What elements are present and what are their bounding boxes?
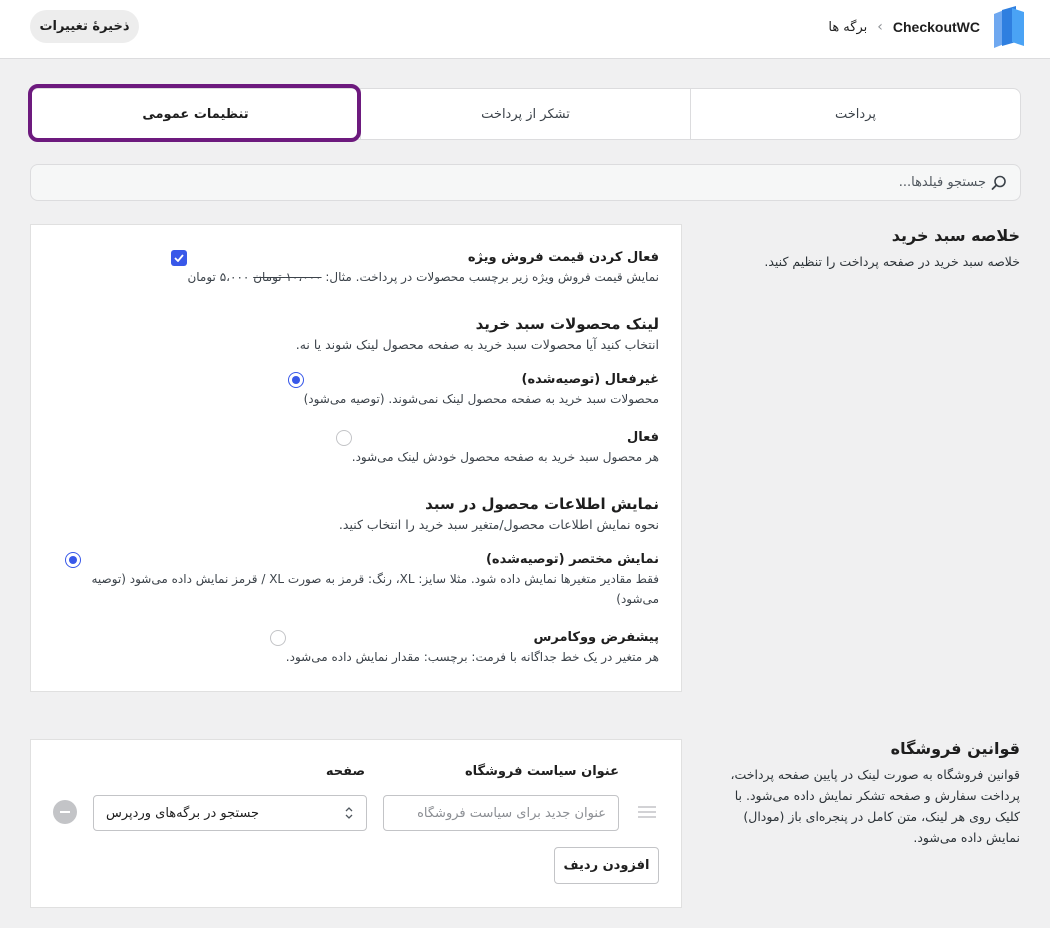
cart-summary-card: فعال کردن قیمت فروش ویژه نمایش قیمت فروش…: [30, 224, 682, 692]
checkmark-icon: [174, 254, 185, 262]
tab-checkout[interactable]: پرداخت: [690, 89, 1020, 139]
sale-price-checkbox[interactable]: [171, 250, 188, 266]
info-default-description: هر متغیر در یک خط جداگانه با فرمت: برچسب…: [285, 650, 659, 664]
brand-name[interactable]: CheckoutWC: [893, 19, 980, 35]
search-bar: [30, 164, 1021, 201]
settings-tabs: پرداخت تشکر از پرداخت تنظیمات عمومی: [30, 88, 1021, 140]
page-select-value: جستجو در برگه‌های وردپرس: [106, 805, 260, 821]
store-policies-description: قوانین فروشگاه به صورت لینک در پایین صفح…: [730, 767, 1020, 845]
info-concise-radio[interactable]: [65, 552, 81, 568]
checkoutwc-logo-icon: [994, 6, 1024, 48]
info-concise-label: نمایش مختصر (توصیه‌شده): [485, 552, 659, 567]
info-default-radio[interactable]: [269, 630, 286, 646]
cart-summary-title: خلاصه سبد خرید: [891, 226, 1020, 245]
info-option-concise[interactable]: نمایش مختصر (توصیه‌شده) فقط مقادیر متغیر…: [53, 551, 659, 609]
remove-row-button[interactable]: [53, 800, 77, 824]
sale-price-option[interactable]: فعال کردن قیمت فروش ویژه نمایش قیمت فروش…: [159, 249, 659, 287]
tab-general-settings[interactable]: تنظیمات عمومی: [31, 89, 360, 139]
info-option-default[interactable]: پیشفرض ووکامرس هر متغیر در یک خط جداگانه…: [258, 629, 659, 667]
product-info-description: نحوه نمایش اطلاعات محصول/متغیر سبد خرید …: [338, 517, 659, 532]
save-changes-button[interactable]: ذخیرهٔ تغییرات: [30, 10, 139, 43]
drag-handle-icon[interactable]: [637, 805, 657, 819]
store-policies-card: عنوان سیاست فروشگاه صفحه جستجو در برگه‌ه…: [30, 739, 682, 908]
tab-thank-you[interactable]: تشکر از پرداخت: [360, 89, 690, 139]
brand-breadcrumb: CheckoutWC ‹ برگه ها: [828, 4, 1026, 50]
breadcrumb-chevron-icon: ‹: [877, 19, 883, 35]
search-icon: [991, 175, 1006, 190]
top-bar: ذخیرهٔ تغییرات CheckoutWC ‹ برگه ها: [0, 0, 1050, 59]
search-fields-input[interactable]: [186, 175, 986, 190]
link-enabled-description: هر محصول سبد خرید به صفحه محصول خودش لین…: [351, 450, 659, 464]
product-info-title: نمایش اطلاعات محصول در سبد: [425, 495, 659, 513]
link-disabled-radio[interactable]: [287, 372, 304, 388]
link-products-description: انتخاب کنید آیا محصولات سبد خرید به صفحه…: [295, 337, 659, 352]
store-policies-info: قوانین فروشگاه قوانین فروشگاه به صورت لی…: [730, 739, 1020, 848]
link-option-enabled[interactable]: فعال هر محصول سبد خرید به صفحه محصول خود…: [324, 429, 659, 467]
page-select[interactable]: جستجو در برگه‌های وردپرس: [93, 795, 367, 831]
sale-price-label: فعال کردن قیمت فروش ویژه: [467, 250, 659, 265]
link-enabled-radio[interactable]: [335, 430, 352, 446]
link-enabled-label: فعال: [626, 430, 659, 445]
link-products-title: لینک محصولات سبد خرید: [475, 315, 659, 333]
product-info-group: نمایش اطلاعات محصول در سبد نحوه نمایش اط…: [339, 493, 659, 535]
sale-price-description: نمایش قیمت فروش ویژه زیر برچسب محصولات د…: [187, 270, 659, 284]
policy-title-input[interactable]: [383, 795, 619, 831]
cart-summary-description: خلاصه سبد خرید در صفحه پرداخت را تنظیم ک…: [764, 254, 1020, 269]
link-disabled-label: غیرفعال (توصیه‌شده): [521, 372, 659, 387]
minus-icon: [60, 811, 70, 813]
page-column-header: صفحه: [325, 764, 365, 779]
link-disabled-description: محصولات سبد خرید به صفحه محصول لینک نمی‌…: [303, 392, 659, 406]
policy-title-column-header: عنوان سیاست فروشگاه: [464, 764, 619, 779]
add-row-button[interactable]: افزودن ردیف: [554, 847, 659, 884]
breadcrumb-pages[interactable]: برگه ها: [828, 20, 867, 35]
store-policies-title: قوانین فروشگاه: [890, 739, 1020, 758]
info-concise-description: فقط مقادیر متغیرها نمایش داده شود. مثلا …: [91, 572, 659, 606]
updown-chevron-icon: [345, 807, 353, 819]
link-option-disabled[interactable]: غیرفعال (توصیه‌شده) محصولات سبد خرید به …: [276, 371, 659, 409]
info-default-label: پیشفرض ووکامرس: [533, 630, 659, 645]
link-products-group: لینک محصولات سبد خرید انتخاب کنید آیا مح…: [296, 313, 659, 355]
cart-summary-info: خلاصه سبد خرید خلاصه سبد خرید در صفحه پر…: [730, 226, 1020, 272]
